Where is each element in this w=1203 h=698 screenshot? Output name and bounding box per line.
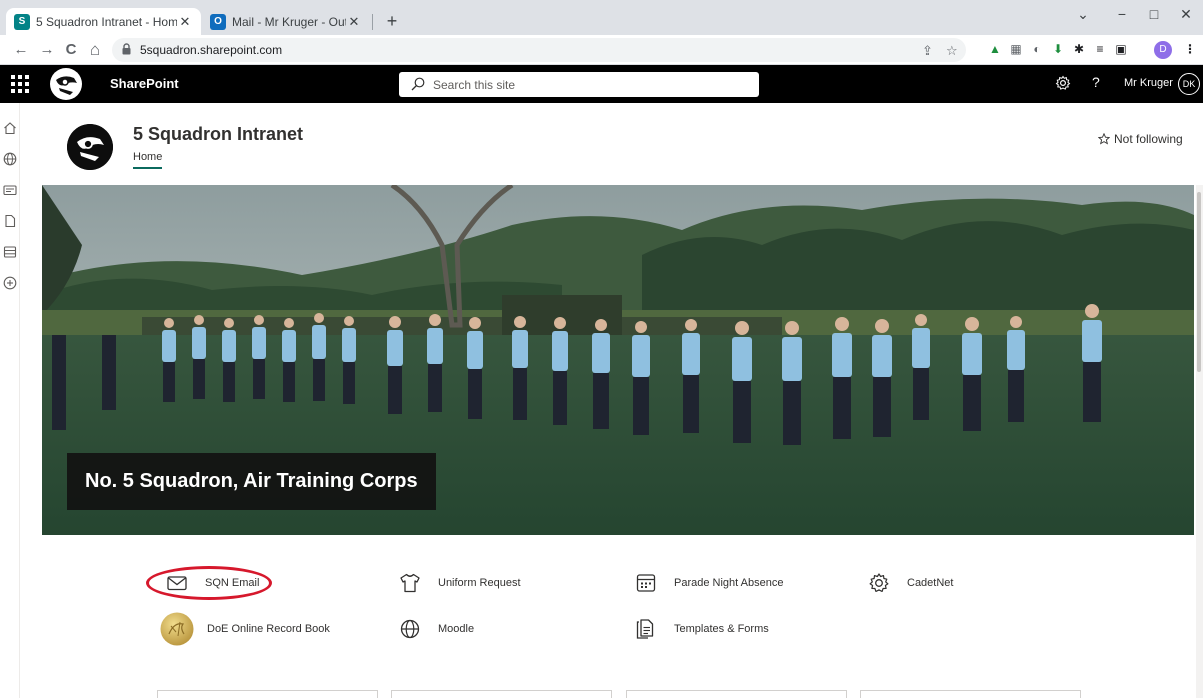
tab-separator	[372, 14, 373, 30]
quick-link-label: Parade Night Absence	[674, 577, 784, 589]
profile-avatar[interactable]: D	[1154, 41, 1172, 59]
user-avatar[interactable]: DK	[1178, 73, 1200, 95]
quick-link-label: CadetNet	[907, 577, 954, 589]
quick-link-label: Uniform Request	[438, 577, 521, 589]
extension-icon[interactable]: ◐	[1029, 41, 1045, 57]
browser-menu-icon[interactable]: ⋮	[1182, 41, 1198, 57]
share-icon[interactable]: ⇪	[922, 43, 933, 59]
quick-link-cadetnet[interactable]: CadetNet	[868, 567, 953, 599]
news-card[interactable]	[157, 690, 378, 698]
help-icon[interactable]: ?	[1092, 74, 1100, 90]
follow-button[interactable]: Not following	[1098, 132, 1183, 146]
squadron-emblem-icon	[51, 69, 81, 99]
settings-gear-icon[interactable]	[1055, 75, 1071, 91]
browser-tab-intranet[interactable]: S 5 Squadron Intranet - Home ✕	[6, 8, 201, 35]
document-icon	[636, 619, 654, 639]
file-icon[interactable]	[3, 214, 17, 228]
shirt-icon	[400, 573, 420, 593]
tab-search-button[interactable]: ⌄	[1060, 0, 1106, 30]
close-window-button[interactable]: ✕	[1170, 0, 1202, 30]
outlook-icon: O	[210, 13, 226, 30]
sharepoint-icon: S	[14, 13, 30, 30]
browser-tab-title: Mail - Mr Kruger - Outlook	[232, 14, 346, 29]
reload-button[interactable]: C	[60, 39, 82, 61]
create-plus-icon[interactable]	[3, 276, 17, 290]
browser-tab-mail[interactable]: O Mail - Mr Kruger - Outlook ✕	[202, 8, 370, 35]
squadron-emblem-icon	[67, 124, 113, 170]
globe-icon	[400, 619, 420, 639]
url-text: 5squadron.sharepoint.com	[140, 43, 283, 57]
quick-link-templates-forms[interactable]: Templates & Forms	[635, 613, 769, 645]
doe-badge-icon	[160, 612, 194, 646]
download-icon[interactable]: ⬇	[1050, 41, 1066, 57]
quick-link-label: DoE Online Record Book	[207, 623, 330, 635]
extensions-puzzle-icon[interactable]: ✱	[1071, 41, 1087, 57]
home-button[interactable]: ⌂	[84, 39, 106, 61]
maximize-button[interactable]: □	[1138, 0, 1170, 30]
site-search-box[interactable]	[399, 72, 759, 97]
mail-icon	[167, 576, 187, 591]
close-tab-icon[interactable]: ✕	[346, 14, 362, 30]
scrollbar-thumb[interactable]	[1197, 192, 1201, 372]
address-bar[interactable]: 5squadron.sharepoint.com ⇪ ☆	[112, 38, 966, 62]
site-title: 5 Squadron Intranet	[133, 124, 304, 144]
news-card[interactable]	[626, 690, 847, 698]
suite-bar: SharePoint ? Mr Kruger DK	[0, 65, 1203, 103]
user-name[interactable]: Mr Kruger	[1124, 77, 1173, 89]
close-tab-icon[interactable]: ✕	[177, 14, 193, 30]
quick-link-label: Templates & Forms	[674, 623, 769, 635]
quick-link-label: SQN Email	[205, 577, 260, 589]
hero-banner[interactable]: No. 5 Squadron, Air Training Corps	[42, 185, 1194, 535]
quick-link-parade-night-absence[interactable]: Parade Night Absence	[635, 567, 783, 599]
quick-link-doe-record-book[interactable]: DoE Online Record Book	[160, 612, 330, 646]
new-tab-button[interactable]: +	[380, 10, 404, 32]
browser-tab-strip: S 5 Squadron Intranet - Home ✕ O Mail - …	[0, 0, 1203, 35]
browser-tab-title: 5 Squadron Intranet - Home	[36, 14, 177, 29]
browser-toolbar: ← → C ⌂ 5squadron.sharepoint.com ⇪ ☆ ▲ ▦…	[0, 35, 1203, 65]
quick-link-moodle[interactable]: Moodle	[399, 613, 474, 645]
globe-icon[interactable]	[3, 152, 17, 166]
app-launcher-icon[interactable]	[0, 65, 40, 103]
google-drive-icon[interactable]: ▲	[987, 41, 1003, 57]
news-icon[interactable]	[3, 183, 17, 197]
quick-link-label: Moodle	[438, 623, 475, 635]
extension-icon[interactable]: ▦	[1008, 41, 1024, 57]
minimize-button[interactable]: −	[1106, 0, 1138, 30]
news-card[interactable]	[391, 690, 612, 698]
news-card[interactable]	[860, 690, 1081, 698]
forward-button[interactable]: →	[36, 39, 58, 61]
star-icon	[1098, 133, 1110, 145]
sharepoint-brand[interactable]: SharePoint	[110, 76, 179, 91]
app-bar	[0, 103, 20, 698]
back-button[interactable]: ←	[10, 39, 32, 61]
quick-link-sqn-email[interactable]: SQN Email	[166, 567, 259, 599]
home-icon[interactable]	[3, 121, 17, 135]
hero-caption: No. 5 Squadron, Air Training Corps	[67, 453, 436, 510]
lock-icon	[122, 43, 131, 55]
nav-link-home[interactable]: Home	[133, 151, 163, 169]
site-logo[interactable]	[67, 124, 113, 170]
side-panel-icon[interactable]: ▣	[1113, 41, 1129, 57]
reading-list-icon[interactable]: ≡	[1092, 41, 1108, 57]
lists-icon[interactable]	[3, 245, 17, 259]
gear-icon	[869, 573, 889, 592]
search-input[interactable]	[433, 75, 743, 94]
quick-link-uniform-request[interactable]: Uniform Request	[399, 567, 521, 599]
follow-label: Not following	[1114, 132, 1183, 146]
calendar-icon	[636, 574, 656, 592]
squadron-logo[interactable]	[50, 68, 82, 100]
bookmark-star-icon[interactable]: ☆	[946, 43, 958, 59]
search-icon	[411, 77, 425, 91]
